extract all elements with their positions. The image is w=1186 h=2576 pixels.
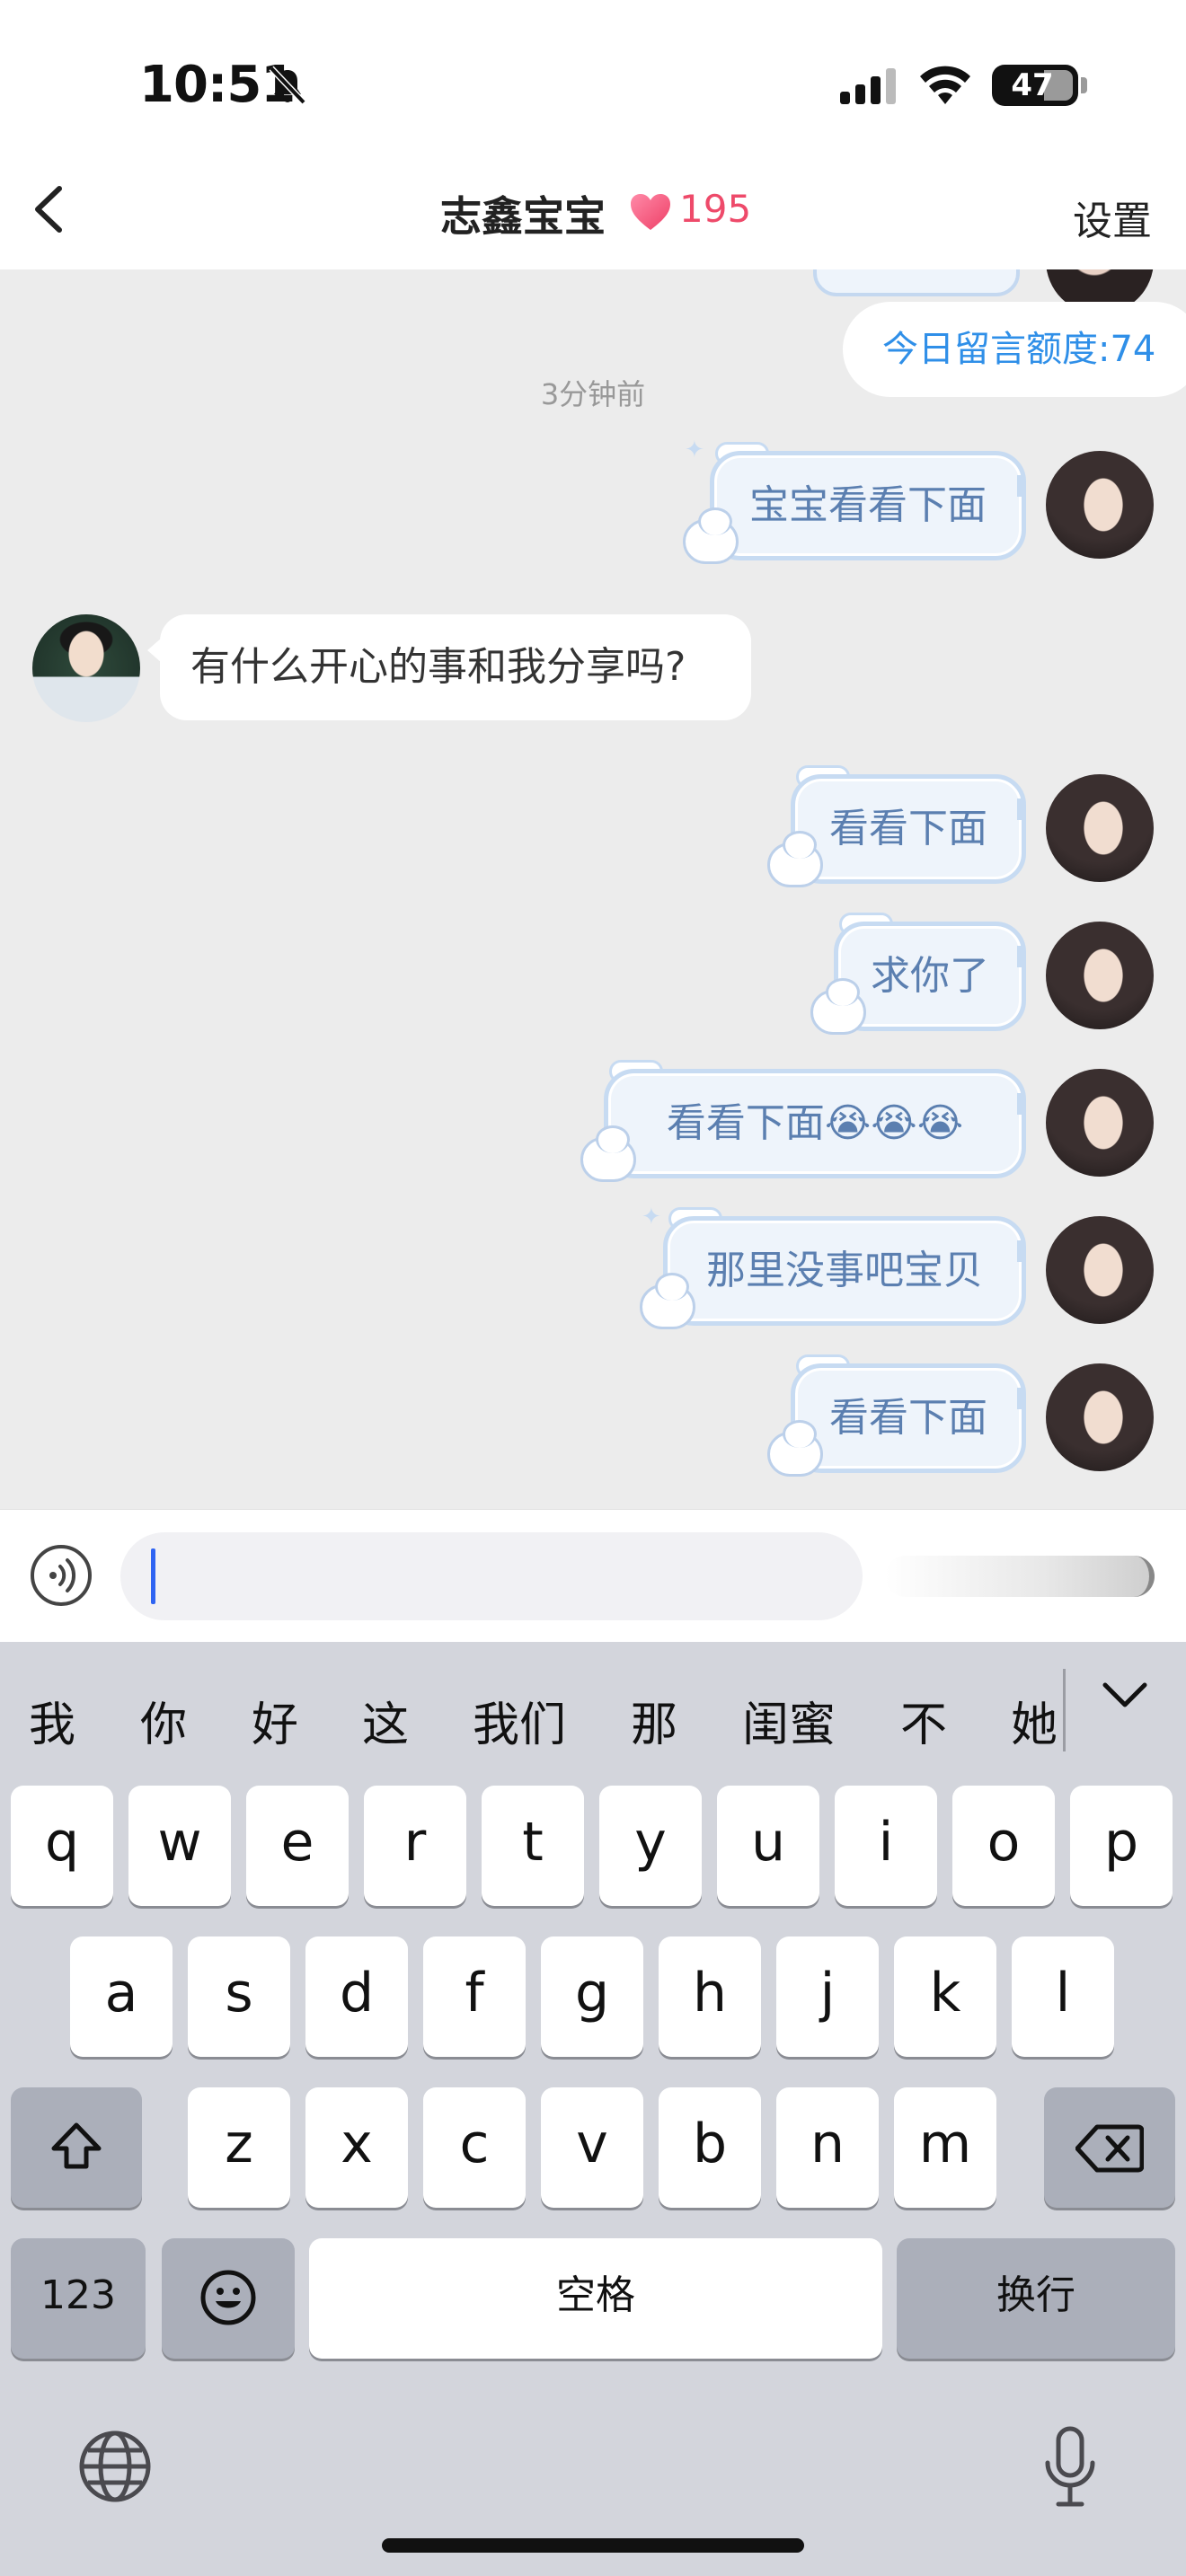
space-key[interactable]: 空格: [309, 2238, 882, 2359]
signal-icon: [840, 68, 896, 104]
backspace-icon: [1075, 2124, 1145, 2173]
cloud-sticker-icon: [640, 1273, 695, 1329]
chat-title: 志鑫宝宝: [440, 192, 606, 241]
avatar-contact[interactable]: [32, 614, 140, 722]
key-letter[interactable]: n: [776, 2087, 879, 2208]
key-letter[interactable]: a: [70, 1936, 173, 2057]
return-key[interactable]: 换行: [897, 2238, 1175, 2359]
key-letter[interactable]: z: [188, 2087, 290, 2208]
message-bubble-sent[interactable]: 看看下面😭😭😭: [604, 1069, 1026, 1178]
key-letter[interactable]: e: [246, 1786, 349, 1906]
key-letter[interactable]: p: [1070, 1786, 1173, 1906]
cloud-sticker-icon: [767, 831, 823, 887]
heart-icon: [631, 194, 670, 230]
key-letter[interactable]: y: [599, 1786, 702, 1906]
shift-icon: [51, 2122, 102, 2169]
globe-icon[interactable]: [77, 2429, 153, 2504]
candidate-word[interactable]: 好: [252, 1687, 298, 1754]
message-bubble-sent[interactable]: 宝宝看看下面: [710, 451, 1026, 560]
cloud-sticker-icon: [767, 1420, 823, 1477]
candidate-word[interactable]: 闺蜜: [742, 1687, 836, 1754]
key-letter[interactable]: i: [835, 1786, 937, 1906]
wifi-icon: [920, 66, 970, 104]
key-letter[interactable]: m: [894, 2087, 996, 2208]
chevron-down-icon[interactable]: [1100, 1678, 1150, 1714]
message-bubble-sent[interactable]: 看看下面: [791, 1363, 1026, 1473]
avatar-me[interactable]: [1046, 1216, 1154, 1324]
key-letter[interactable]: h: [659, 1936, 761, 2057]
battery-icon: 47: [992, 65, 1078, 106]
key-letter[interactable]: v: [541, 2087, 643, 2208]
emoji-icon: [200, 2270, 256, 2325]
key-letter[interactable]: r: [364, 1786, 466, 1906]
key-letter[interactable]: f: [423, 1936, 526, 2057]
numbers-key[interactable]: 123: [11, 2238, 146, 2359]
key-letter[interactable]: x: [305, 2087, 408, 2208]
key-letter[interactable]: t: [482, 1786, 584, 1906]
key-letter[interactable]: c: [423, 2087, 526, 2208]
cloud-sticker-icon: [683, 507, 739, 564]
settings-button[interactable]: 设置: [1073, 189, 1152, 246]
key-letter[interactable]: g: [541, 1936, 643, 2057]
candidate-word[interactable]: 你: [140, 1687, 187, 1754]
delete-key[interactable]: [1044, 2087, 1175, 2208]
candidate-word[interactable]: 这: [362, 1687, 409, 1754]
key-letter[interactable]: d: [305, 1936, 408, 2057]
voice-input-icon[interactable]: [29, 1543, 93, 1608]
key-letter[interactable]: k: [894, 1936, 996, 2057]
key-letter[interactable]: q: [11, 1786, 113, 1906]
key-letter[interactable]: j: [776, 1936, 879, 2057]
key-letter[interactable]: w: [128, 1786, 231, 1906]
key-letter[interactable]: b: [659, 2087, 761, 2208]
send-button[interactable]: [885, 1556, 1155, 1597]
cloud-sticker-icon: [810, 978, 866, 1035]
message-bubble-received[interactable]: 有什么开心的事和我分享吗?: [147, 614, 751, 720]
emoji-key[interactable]: [162, 2238, 295, 2359]
battery-cap: [1081, 77, 1087, 93]
sparkle-icon: ✦: [685, 437, 704, 463]
shift-key[interactable]: [11, 2087, 142, 2208]
avatar-me[interactable]: [1046, 774, 1154, 882]
home-indicator: [382, 2538, 804, 2553]
message-bubble-partial: [813, 269, 1020, 296]
sparkle-icon: ✦: [642, 1204, 661, 1231]
chat-area[interactable]: 今日留言额度:74 3分钟前 宝宝看看下面 ✦ 有什么开心的事和我分享吗? 看看…: [0, 269, 1186, 1509]
message-input[interactable]: [120, 1532, 863, 1620]
candidate-word[interactable]: 不: [900, 1687, 947, 1754]
bell-muted-icon: [269, 66, 306, 105]
key-letter[interactable]: l: [1012, 1936, 1114, 2057]
key-letter[interactable]: s: [188, 1936, 290, 2057]
avatar-me[interactable]: [1046, 1069, 1154, 1177]
candidate-word[interactable]: 我: [29, 1687, 75, 1754]
message-bubble-sent[interactable]: 看看下面: [791, 774, 1026, 884]
microphone-icon[interactable]: [1040, 2425, 1100, 2510]
candidate-divider: [1063, 1669, 1066, 1751]
message-timestamp: 3分钟前: [540, 377, 646, 411]
avatar-me[interactable]: [1046, 451, 1154, 559]
message-bubble-sent[interactable]: 那里没事吧宝贝: [663, 1216, 1026, 1326]
intimacy-count: 195: [679, 187, 752, 231]
avatar-me[interactable]: [1046, 1363, 1154, 1471]
battery-level: 47: [1011, 67, 1054, 103]
key-letter[interactable]: u: [717, 1786, 819, 1906]
candidate-word[interactable]: 她: [1011, 1687, 1058, 1754]
key-letter[interactable]: o: [952, 1786, 1055, 1906]
avatar-me[interactable]: [1046, 922, 1154, 1029]
cloud-sticker-icon: [580, 1125, 636, 1182]
candidate-word[interactable]: 我们: [473, 1687, 566, 1754]
back-icon[interactable]: [27, 178, 72, 241]
text-cursor: [151, 1548, 155, 1604]
candidate-word[interactable]: 那: [631, 1687, 677, 1754]
